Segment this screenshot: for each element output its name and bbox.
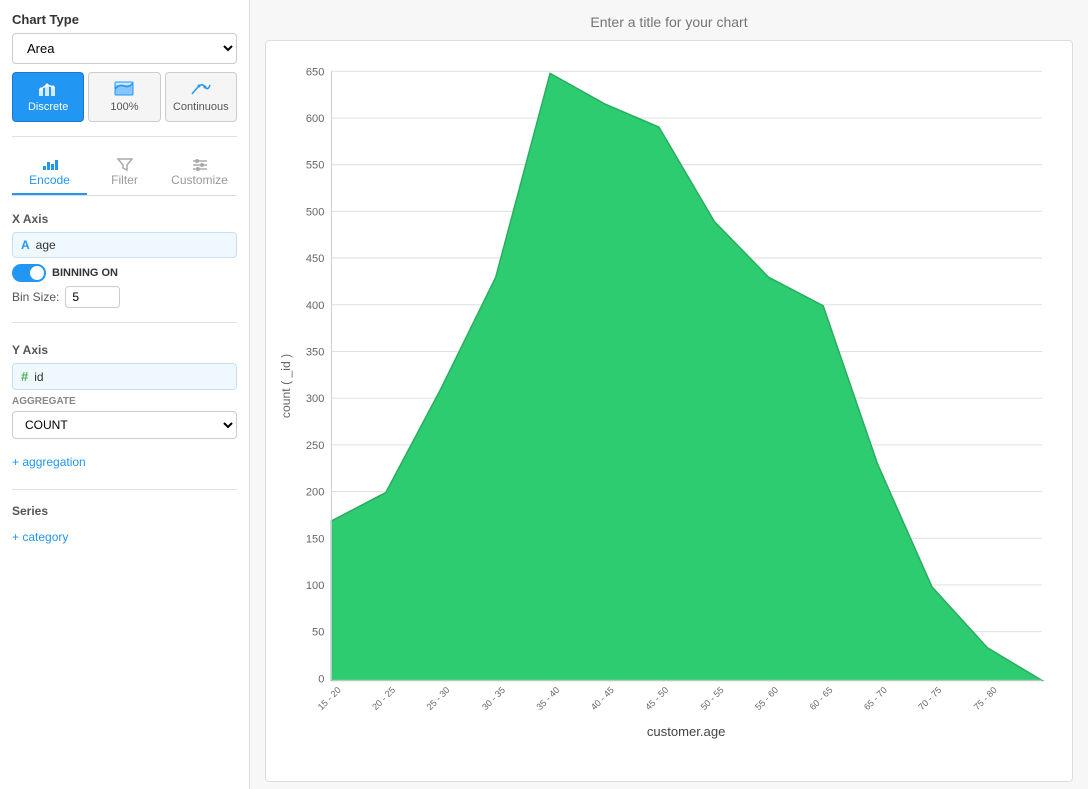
y-axis-label: Y Axis bbox=[12, 343, 237, 357]
100pct-icon bbox=[114, 81, 134, 97]
chart-svg-wrapper: 650 600 550 500 450 400 350 300 250 200 … bbox=[276, 51, 1062, 741]
svg-text:450: 450 bbox=[306, 253, 324, 265]
x-axis-field-name: age bbox=[36, 238, 56, 252]
nav-tabs: Encode Filter Customize bbox=[12, 151, 237, 196]
svg-text:60 - 65: 60 - 65 bbox=[808, 685, 835, 712]
svg-text:45 - 50: 45 - 50 bbox=[643, 685, 670, 712]
svg-text:35 - 40: 35 - 40 bbox=[534, 685, 561, 712]
chart-container: 650 600 550 500 450 400 350 300 250 200 … bbox=[265, 40, 1073, 782]
continuous-icon bbox=[191, 81, 211, 97]
chart-svg: 650 600 550 500 450 400 350 300 250 200 … bbox=[276, 51, 1062, 741]
svg-text:20 - 25: 20 - 25 bbox=[370, 685, 397, 712]
customize-icon bbox=[192, 157, 208, 171]
add-aggregation-link[interactable]: + aggregation bbox=[12, 449, 237, 475]
aggregate-label: AGGREGATE bbox=[12, 396, 237, 407]
add-category-link[interactable]: + category bbox=[12, 524, 237, 550]
y-axis-field-pill: # id bbox=[12, 363, 237, 390]
tab-encode-label: Encode bbox=[29, 173, 70, 187]
100pct-mode-button[interactable]: 100% bbox=[88, 72, 160, 122]
svg-text:25 - 30: 25 - 30 bbox=[425, 685, 452, 712]
filter-icon bbox=[117, 157, 133, 171]
svg-text:300: 300 bbox=[306, 393, 324, 405]
aggregate-select[interactable]: COUNT SUM AVG MIN MAX bbox=[12, 411, 237, 439]
divider-3 bbox=[12, 489, 237, 490]
svg-text:150: 150 bbox=[306, 533, 324, 545]
continuous-mode-button[interactable]: Continuous bbox=[165, 72, 237, 122]
y-axis-section: Y Axis # id AGGREGATE COUNT SUM AVG MIN … bbox=[12, 343, 237, 439]
svg-text:55 - 60: 55 - 60 bbox=[753, 685, 780, 712]
y-field-type-icon: # bbox=[21, 369, 28, 384]
svg-text:500: 500 bbox=[306, 206, 324, 218]
svg-text:650: 650 bbox=[306, 66, 324, 78]
y-axis-title: count ( _id ) bbox=[279, 354, 293, 418]
series-section: Series + category bbox=[12, 504, 237, 550]
chart-title-input[interactable] bbox=[265, 10, 1073, 34]
svg-text:100: 100 bbox=[306, 580, 324, 592]
svg-text:50 - 55: 50 - 55 bbox=[699, 685, 726, 712]
svg-text:600: 600 bbox=[306, 113, 324, 125]
x-axis-field-pill: A age bbox=[12, 232, 237, 258]
bin-size-input[interactable] bbox=[65, 286, 120, 308]
discrete-mode-label: Discrete bbox=[28, 101, 68, 113]
chart-type-select[interactable]: Area Bar Line Pie Scatter bbox=[12, 33, 237, 64]
divider-2 bbox=[12, 322, 237, 323]
tab-filter-label: Filter bbox=[111, 173, 138, 187]
x-field-type-icon: A bbox=[21, 238, 30, 252]
tab-customize[interactable]: Customize bbox=[162, 151, 237, 195]
tab-filter[interactable]: Filter bbox=[87, 151, 162, 195]
chart-type-label: Chart Type bbox=[12, 12, 237, 27]
svg-text:550: 550 bbox=[306, 160, 324, 172]
series-label: Series bbox=[12, 504, 237, 518]
svg-text:250: 250 bbox=[306, 440, 324, 452]
binning-toggle[interactable] bbox=[12, 264, 46, 282]
bin-size-label: Bin Size: bbox=[12, 290, 59, 304]
chart-type-section: Chart Type Area Bar Line Pie Scatter bbox=[12, 12, 237, 122]
sidebar: Chart Type Area Bar Line Pie Scatter bbox=[0, 0, 250, 789]
x-axis-title: customer.age bbox=[647, 724, 726, 739]
svg-text:75 - 80: 75 - 80 bbox=[972, 685, 999, 712]
bin-size-row: Bin Size: bbox=[12, 286, 237, 308]
svg-text:70 - 75: 70 - 75 bbox=[916, 685, 943, 712]
svg-text:350: 350 bbox=[306, 346, 324, 358]
svg-text:0: 0 bbox=[318, 673, 324, 685]
svg-text:15 - 20: 15 - 20 bbox=[316, 685, 343, 712]
x-axis-label: X Axis bbox=[12, 212, 237, 226]
svg-text:400: 400 bbox=[306, 300, 324, 312]
svg-text:200: 200 bbox=[306, 487, 324, 499]
divider-1 bbox=[12, 136, 237, 137]
tab-customize-label: Customize bbox=[171, 173, 228, 187]
100pct-mode-label: 100% bbox=[110, 101, 138, 113]
y-axis-field-name: id bbox=[34, 370, 43, 384]
svg-text:65 - 70: 65 - 70 bbox=[862, 685, 889, 712]
encode-icon bbox=[42, 157, 58, 171]
binning-label: BINNING ON bbox=[52, 267, 118, 279]
continuous-mode-label: Continuous bbox=[173, 101, 229, 113]
x-axis-section: X Axis A age BINNING ON Bin Size: bbox=[12, 212, 237, 308]
binning-row: BINNING ON bbox=[12, 264, 237, 282]
main-content: 650 600 550 500 450 400 350 300 250 200 … bbox=[250, 0, 1088, 789]
chart-mode-buttons: Discrete 100% Continuous bbox=[12, 72, 237, 122]
tab-encode[interactable]: Encode bbox=[12, 151, 87, 195]
discrete-icon bbox=[38, 81, 58, 97]
svg-text:50: 50 bbox=[312, 627, 324, 639]
discrete-mode-button[interactable]: Discrete bbox=[12, 72, 84, 122]
svg-text:30 - 35: 30 - 35 bbox=[480, 685, 507, 712]
svg-text:40 - 45: 40 - 45 bbox=[589, 685, 616, 712]
